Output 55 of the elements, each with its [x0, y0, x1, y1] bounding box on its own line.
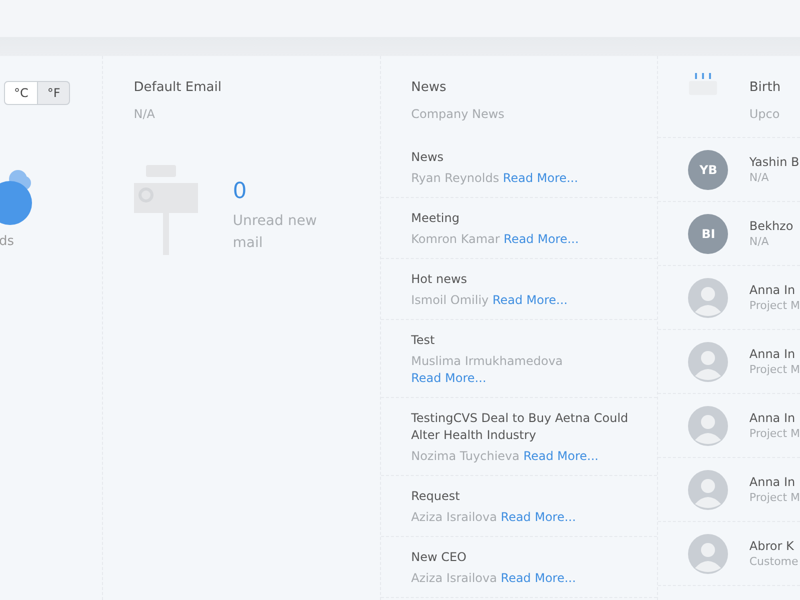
birthdays-title: Birth: [749, 80, 781, 95]
person-role: N/A: [749, 171, 770, 184]
person-role: N/A: [749, 235, 770, 248]
email-title: Default Email: [134, 80, 222, 95]
unread-count: 0: [232, 179, 248, 204]
news-author: Aziza Israilova Read More...: [411, 509, 577, 526]
news-title: TestingCVS Deal to Buy Aetna Could Alter Health Industry: [411, 410, 630, 444]
email-value: N/A: [134, 107, 156, 121]
unit-toggle[interactable]: °C: [4, 81, 38, 105]
unit-toggle[interactable]: °F: [38, 81, 70, 105]
person-name: Anna In: [749, 475, 796, 489]
person-role: Project M: [749, 491, 800, 504]
read-more-link[interactable]: Read More...: [523, 449, 598, 463]
news-title: New CEO: [411, 549, 468, 566]
read-more-link[interactable]: Read More...: [492, 293, 568, 307]
news-title: Meeting: [411, 210, 460, 227]
person-role: Custome: [749, 555, 798, 568]
read-more-link[interactable]: Read More...: [411, 371, 486, 385]
person-role: Project M: [749, 363, 800, 376]
avatar-icon: [688, 406, 728, 446]
person-role: Project M: [749, 427, 800, 440]
avatar-icon: [688, 342, 728, 382]
person-name: Yashin B: [749, 155, 800, 169]
news-title: Request: [411, 488, 461, 505]
avatar-icon: [688, 470, 728, 510]
news-subtitle: Company News: [411, 107, 506, 121]
initials-avatar: BI: [688, 214, 728, 254]
cake-icon: [688, 72, 718, 96]
unread-label: Unread new mail: [232, 212, 318, 253]
news-title: Test: [411, 332, 436, 349]
news-author: Nozima Tuychieva Read More...: [411, 448, 600, 465]
person-name: Bekhzo: [749, 219, 794, 233]
read-more-link[interactable]: Read More...: [500, 571, 576, 585]
news-title: Hot news: [411, 271, 468, 288]
news-author: Aziza Israilova Read More...: [411, 570, 577, 587]
weather-caption: ds: [0, 234, 14, 249]
person-role: Project M: [749, 299, 800, 312]
read-more-link[interactable]: Read More...: [500, 510, 576, 524]
news-title: News: [411, 80, 448, 95]
avatar-icon: [688, 278, 728, 318]
person-name: Anna In: [749, 283, 796, 297]
avatar-icon: [688, 534, 728, 574]
read-more-link[interactable]: Read More...: [502, 171, 578, 185]
news-author: Komron Kamar Read More...: [411, 231, 580, 248]
person-name: Anna In: [749, 347, 796, 361]
initials-avatar: YB: [688, 150, 728, 190]
mailbox-icon: [134, 165, 198, 255]
news-title: News: [411, 149, 445, 166]
read-more-link[interactable]: Read More...: [504, 232, 579, 246]
news-author: Muslima Irmukhamedova Read More...: [411, 353, 564, 387]
news-author: Ismoil Omiliy Read More...: [411, 292, 569, 309]
news-author: Ryan Reynolds Read More...: [411, 170, 580, 187]
person-name: Abror K: [749, 539, 795, 553]
birthdays-subtitle: Upco: [749, 107, 781, 121]
person-name: Anna In: [749, 411, 796, 425]
